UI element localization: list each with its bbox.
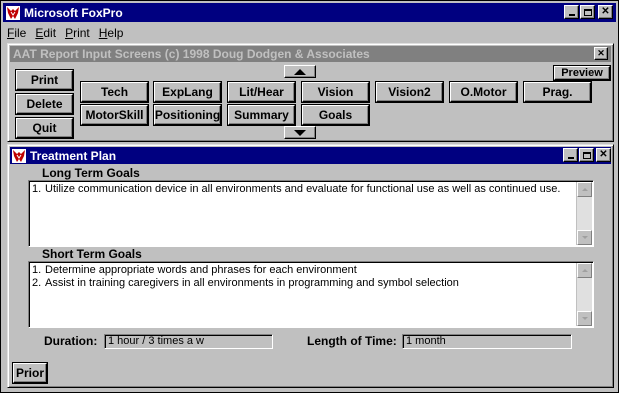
preview-button[interactable]: Preview: [554, 66, 610, 80]
treatment-plan-window: Treatment Plan ✕ Long Term Goals 1. Util…: [7, 144, 614, 388]
arrow-down-icon: [294, 129, 306, 136]
length-of-time-field[interactable]: 1 month: [402, 334, 572, 349]
scroll-down-arrow-button[interactable]: [284, 126, 316, 139]
maximize-icon: [582, 151, 591, 159]
maximize-icon: [583, 8, 592, 16]
menu-file[interactable]: File: [2, 26, 30, 40]
maximize-button[interactable]: [580, 5, 595, 19]
foxpro-application: Microsoft FoxPro ✕ File Edit Print Help …: [0, 0, 619, 393]
treatment-minimize-button[interactable]: [563, 148, 578, 162]
vision-button[interactable]: Vision: [302, 82, 369, 102]
list-item-text: Assist in training caregivers in all env…: [45, 277, 459, 289]
arrow-up-icon: [581, 269, 588, 272]
report-window-title-bar[interactable]: AAT Report Input Screens (c) 1998 Doug D…: [10, 46, 611, 62]
duration-label: Duration:: [44, 334, 98, 348]
print-button[interactable]: Print: [16, 70, 73, 90]
short-term-goals-textarea[interactable]: 1. Determine appropriate words and phras…: [28, 261, 594, 328]
short-term-goals-label: Short Term Goals: [42, 247, 142, 261]
menu-print[interactable]: Print: [60, 26, 94, 40]
report-window-title: AAT Report Input Screens (c) 1998 Doug D…: [13, 47, 370, 61]
treatment-window-title-bar[interactable]: Treatment Plan ✕: [10, 147, 611, 164]
prior-button[interactable]: Prior: [13, 363, 47, 383]
app-title: Microsoft FoxPro: [24, 5, 123, 20]
scroll-up-button[interactable]: [577, 182, 592, 197]
positioning-button[interactable]: Positioning: [154, 105, 221, 125]
motorskill-button[interactable]: MotorSkill: [81, 105, 148, 125]
scroll-up-button[interactable]: [577, 263, 592, 278]
summary-button[interactable]: Summary: [228, 105, 295, 125]
close-icon: ✕: [601, 6, 610, 17]
report-window-close-button[interactable]: ✕: [594, 47, 608, 60]
list-item: 1. Utilize communication device in all e…: [32, 183, 561, 195]
treatment-window-title: Treatment Plan: [30, 148, 117, 163]
arrow-down-icon: [581, 236, 588, 239]
close-button[interactable]: ✕: [598, 5, 613, 19]
scroll-down-button[interactable]: [577, 311, 592, 326]
menu-edit[interactable]: Edit: [30, 26, 60, 40]
foxpro-logo-icon[interactable]: [12, 148, 26, 163]
close-icon: ✕: [599, 149, 608, 160]
list-item-text: Determine appropriate words and phrases …: [45, 264, 357, 276]
close-icon: ✕: [597, 48, 605, 58]
goals-button[interactable]: Goals: [302, 105, 369, 125]
treatment-close-button[interactable]: ✕: [596, 148, 611, 162]
short-term-scrollbar[interactable]: [576, 263, 592, 326]
minimize-icon: [568, 14, 575, 16]
scroll-down-button[interactable]: [577, 230, 592, 245]
foxpro-logo-icon[interactable]: [6, 5, 20, 20]
menu-bar: File Edit Print Help: [2, 23, 617, 42]
delete-button[interactable]: Delete: [16, 94, 73, 114]
arrow-up-icon: [581, 188, 588, 191]
omotor-button[interactable]: O.Motor: [450, 82, 517, 102]
lithear-button[interactable]: Lit/Hear: [228, 82, 295, 102]
minimize-icon: [567, 157, 574, 159]
report-input-window: AAT Report Input Screens (c) 1998 Doug D…: [7, 43, 614, 142]
long-term-scrollbar[interactable]: [576, 182, 592, 245]
treatment-maximize-button[interactable]: [579, 148, 594, 162]
long-term-goals-textarea[interactable]: 1. Utilize communication device in all e…: [28, 180, 594, 247]
arrow-down-icon: [581, 317, 588, 320]
duration-field[interactable]: 1 hour / 3 times a w: [104, 334, 273, 349]
app-title-bar[interactable]: Microsoft FoxPro ✕: [3, 3, 616, 22]
scroll-up-arrow-button[interactable]: [284, 65, 316, 78]
explang-button[interactable]: ExpLang: [154, 82, 221, 102]
vision2-button[interactable]: Vision2: [376, 82, 443, 102]
length-of-time-label: Length of Time:: [307, 334, 397, 348]
prag-button[interactable]: Prag.: [524, 82, 591, 102]
arrow-up-icon: [294, 68, 306, 75]
minimize-button[interactable]: [564, 5, 579, 19]
long-term-goals-label: Long Term Goals: [42, 166, 140, 180]
list-item: 1. Determine appropriate words and phras…: [32, 264, 357, 276]
quit-button[interactable]: Quit: [16, 118, 73, 138]
menu-help[interactable]: Help: [94, 26, 128, 40]
list-item-text: Utilize communication device in all envi…: [45, 183, 561, 195]
list-item: 2. Assist in training caregivers in all …: [32, 277, 459, 289]
tech-button[interactable]: Tech: [81, 82, 148, 102]
